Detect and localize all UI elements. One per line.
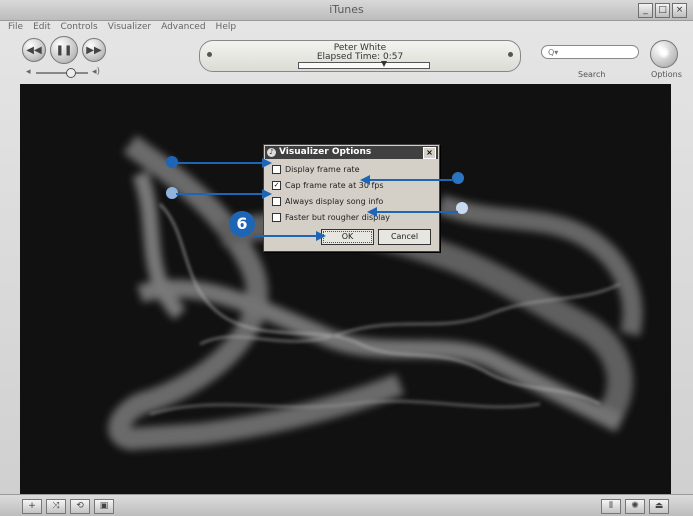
menu-edit[interactable]: Edit bbox=[33, 22, 50, 32]
menu-file[interactable]: File bbox=[8, 22, 23, 32]
status-right-dot bbox=[508, 52, 513, 57]
eject-icon: ⏏ bbox=[654, 501, 664, 511]
volume-high-icon: ◂) bbox=[91, 67, 100, 77]
maximize-button[interactable]: □ bbox=[655, 3, 670, 18]
option-label: Always display song info bbox=[285, 197, 384, 206]
checkbox-display-frame-rate[interactable] bbox=[272, 165, 281, 174]
close-button[interactable]: × bbox=[672, 3, 687, 18]
progress-knob[interactable] bbox=[380, 61, 387, 67]
checkbox-cap-frame-rate[interactable]: ✓ bbox=[272, 181, 281, 190]
previous-icon: ◀◀ bbox=[26, 44, 42, 56]
menu-controls[interactable]: Controls bbox=[61, 22, 98, 32]
menu-help[interactable]: Help bbox=[216, 22, 237, 32]
menu-bar: File Edit Controls Visualizer Advanced H… bbox=[8, 22, 236, 32]
volume-track bbox=[36, 72, 88, 74]
transport-controls: ◀◀ ❚❚ ▶▶ bbox=[22, 36, 106, 64]
checkbox-faster-rougher-display[interactable] bbox=[272, 213, 281, 222]
window-controls: _ □ × bbox=[638, 3, 687, 18]
volume-slider[interactable]: ◂ ◂) bbox=[26, 67, 100, 78]
title-bar: iTunes _ □ × bbox=[0, 0, 693, 21]
status-display: Peter White Elapsed Time: 0:57 bbox=[199, 40, 521, 72]
repeat-button[interactable]: ⟲ bbox=[70, 499, 90, 514]
arrow-right-icon bbox=[262, 158, 272, 168]
play-pause-button[interactable]: ❚❚ bbox=[50, 36, 78, 64]
callout-arrow-line bbox=[176, 193, 263, 195]
ok-button[interactable]: OK bbox=[321, 229, 374, 245]
repeat-icon: ⟲ bbox=[76, 501, 84, 511]
shuffle-icon: ⤨ bbox=[52, 501, 60, 511]
next-button[interactable]: ▶▶ bbox=[82, 38, 106, 62]
add-playlist-button[interactable]: + bbox=[22, 499, 42, 514]
option-label: Display frame rate bbox=[285, 165, 360, 174]
gear-icon: ✺ bbox=[658, 46, 670, 62]
dialog-title-bar: ♪ Visualizer Options × bbox=[265, 146, 438, 159]
visualizer-button[interactable]: ✺ bbox=[625, 499, 645, 514]
bottom-toolbar: + ⤨ ⟲ ▣ ⦀ ✺ ⏏ bbox=[0, 494, 693, 516]
minimize-button[interactable]: _ bbox=[638, 3, 653, 18]
arrow-left-icon bbox=[367, 207, 377, 217]
itunes-icon: ♪ bbox=[267, 148, 276, 157]
window-title: iTunes bbox=[329, 3, 364, 16]
search-label: Search bbox=[578, 70, 606, 79]
callout-arrow-line bbox=[368, 179, 454, 181]
option-always-display-song-info[interactable]: Always display song info bbox=[272, 197, 383, 206]
dialog-close-button[interactable]: × bbox=[423, 147, 436, 159]
checkbox-always-display-song-info[interactable] bbox=[272, 197, 281, 206]
menu-visualizer[interactable]: Visualizer bbox=[108, 22, 151, 32]
arrow-left-icon bbox=[360, 175, 370, 185]
options-button[interactable]: ✺ bbox=[650, 40, 678, 68]
callout-dot-cap-frame-rate bbox=[452, 172, 464, 184]
arrow-right-icon bbox=[316, 231, 326, 241]
callout-arrow-line bbox=[176, 162, 263, 164]
options-label: Options bbox=[651, 70, 682, 79]
itunes-window: iTunes _ □ × File Edit Controls Visualiz… bbox=[0, 0, 693, 516]
volume-knob[interactable] bbox=[66, 68, 76, 78]
previous-button[interactable]: ◀◀ bbox=[22, 38, 46, 62]
callout-arrow-line bbox=[376, 211, 458, 213]
elapsed-time[interactable]: Elapsed Time: 0:57 bbox=[200, 52, 520, 62]
option-display-frame-rate[interactable]: Display frame rate bbox=[272, 165, 360, 174]
next-icon: ▶▶ bbox=[86, 44, 102, 56]
pause-icon: ❚❚ bbox=[55, 44, 73, 56]
menu-advanced[interactable]: Advanced bbox=[161, 22, 205, 32]
dialog-title: Visualizer Options bbox=[279, 147, 372, 157]
cancel-button[interactable]: Cancel bbox=[378, 229, 431, 245]
arrow-right-icon bbox=[262, 189, 272, 199]
plus-icon: + bbox=[28, 501, 36, 511]
eject-button[interactable]: ⏏ bbox=[649, 499, 669, 514]
visualizer-icon: ✺ bbox=[631, 501, 639, 511]
equalizer-button[interactable]: ⦀ bbox=[601, 499, 621, 514]
equalizer-icon: ⦀ bbox=[609, 501, 613, 511]
search-field[interactable]: Q▾ bbox=[541, 45, 639, 59]
shuffle-button[interactable]: ⤨ bbox=[46, 499, 66, 514]
callout-arrow-line bbox=[254, 235, 318, 237]
step-number-badge: 6 bbox=[229, 211, 255, 237]
artwork-icon: ▣ bbox=[99, 501, 109, 511]
progress-bar[interactable] bbox=[298, 61, 430, 69]
artwork-button[interactable]: ▣ bbox=[94, 499, 114, 514]
volume-low-icon: ◂ bbox=[26, 67, 31, 77]
